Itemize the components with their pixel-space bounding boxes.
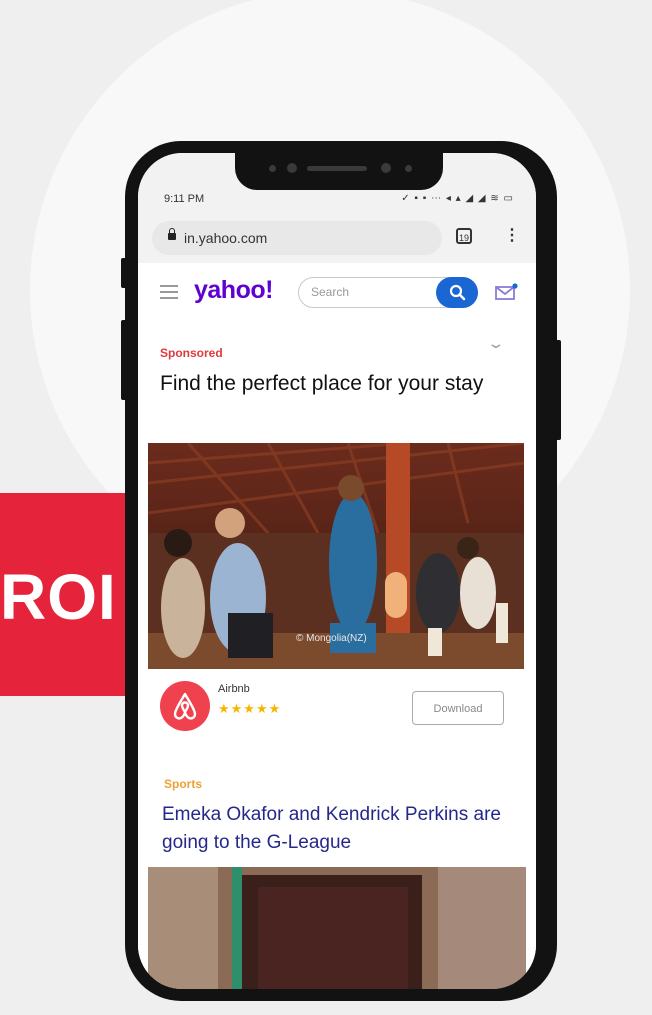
- rating-stars: ★★★★★: [218, 701, 282, 716]
- sensor-dot: [269, 165, 276, 172]
- yahoo-header: yahoo! Search: [138, 263, 536, 322]
- browser-toolbar: in.yahoo.com 19 ⋮: [138, 213, 536, 263]
- download-button[interactable]: Download: [412, 691, 504, 725]
- article-image[interactable]: [148, 867, 526, 989]
- ad-title[interactable]: Find the perfect place for your stay: [160, 369, 500, 399]
- front-camera: [287, 163, 297, 173]
- roi-banner-text: ROI: [0, 561, 117, 633]
- airbnb-logo-icon[interactable]: [160, 681, 210, 731]
- floating-side-tab[interactable]: [385, 572, 407, 618]
- phone-volume-down-button: [121, 320, 127, 400]
- sponsored-ad-card[interactable]: Sponsored ⌄ Find the perfect place for y…: [138, 321, 536, 750]
- advertiser-name: Airbnb: [218, 683, 250, 695]
- search-icon: [449, 284, 466, 301]
- sensor-dot: [405, 165, 412, 172]
- phone-volume-up-button: [121, 258, 127, 288]
- status-icons: ✓ ▪ ▪ ⋯ ◂ ▴ ◢ ◢ ≋ ▭: [401, 193, 514, 204]
- phone-screen: 9:11 PM ✓ ▪ ▪ ⋯ ◂ ▴ ◢ ◢ ≋ ▭ in.yahoo.com…: [138, 153, 536, 989]
- phone-power-button: [555, 340, 561, 440]
- earpiece-speaker: [307, 166, 367, 171]
- phone-notch: [235, 150, 443, 190]
- advertiser-row: Airbnb ★★★★★ Download: [138, 669, 536, 750]
- article-category: Sports: [164, 777, 203, 791]
- status-time: 9:11 PM: [164, 193, 205, 205]
- address-bar[interactable]: in.yahoo.com: [152, 221, 442, 255]
- kebab-menu-icon[interactable]: ⋮: [504, 227, 520, 245]
- article-card[interactable]: Sports Emeka Okafor and Kendrick Perkins…: [138, 749, 536, 989]
- article-headline[interactable]: Emeka Okafor and Kendrick Perkins are go…: [162, 801, 512, 857]
- search-placeholder: Search: [311, 285, 350, 299]
- lock-icon: [168, 228, 176, 240]
- sponsored-label: Sponsored: [160, 346, 223, 360]
- tab-count-button[interactable]: 19: [456, 228, 472, 244]
- hamburger-menu-icon[interactable]: [160, 285, 178, 303]
- yahoo-logo[interactable]: yahoo!: [194, 276, 273, 305]
- chevron-down-icon[interactable]: ⌄: [486, 335, 505, 352]
- url-text: in.yahoo.com: [184, 230, 268, 246]
- mail-icon[interactable]: [494, 283, 518, 306]
- proximity-sensor: [381, 163, 391, 173]
- search-button[interactable]: [436, 277, 478, 308]
- ad-image[interactable]: © Mongolia(NZ): [148, 443, 524, 669]
- image-caption: © Mongolia(NZ): [296, 633, 367, 644]
